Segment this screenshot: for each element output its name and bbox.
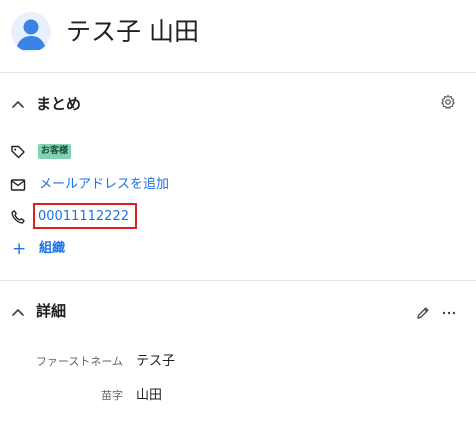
organization-row: + 組織 <box>0 237 476 261</box>
pencil-icon <box>417 307 429 319</box>
contact-name: テス子 山田 <box>66 17 199 46</box>
last-name-value[interactable]: 山田 <box>136 386 162 406</box>
tag-badge[interactable]: お客様 <box>38 144 72 159</box>
contact-header: テス子 山田 <box>0 0 476 73</box>
add-email-link[interactable]: メールアドレスを追加 <box>39 175 169 195</box>
summary-section-header: まとめ <box>0 73 476 133</box>
avatar <box>11 12 51 52</box>
summary-section: まとめ お客様 メールアドレスを追加 00011112222 + 組織 <box>0 73 476 281</box>
more-button[interactable] <box>438 302 460 324</box>
add-organization-link[interactable]: 組織 <box>39 239 65 259</box>
tag-icon <box>10 144 26 160</box>
last-name-field: 苗字 山田 <box>0 385 476 407</box>
gear-icon <box>441 94 455 109</box>
first-name-value[interactable]: テス子 <box>136 352 175 372</box>
details-section: 詳細 ファーストネーム テス子 苗字 山田 <box>0 281 476 436</box>
edit-button[interactable] <box>412 302 434 324</box>
details-collapse-button[interactable] <box>8 302 28 322</box>
envelope-icon <box>10 177 26 193</box>
first-name-field: ファーストネーム テス子 <box>0 351 476 373</box>
details-section-title: 詳細 <box>36 302 67 320</box>
chevron-up-icon <box>12 101 24 108</box>
last-name-label: 苗字 <box>101 389 123 402</box>
settings-button[interactable] <box>437 91 459 113</box>
first-name-label: ファーストネーム <box>35 355 123 368</box>
phone-row: 00011112222 <box>0 203 476 229</box>
more-horizontal-icon <box>442 311 456 315</box>
summary-collapse-button[interactable] <box>8 94 28 114</box>
details-section-header: 詳細 <box>0 281 476 341</box>
phone-icon <box>10 209 26 225</box>
phone-number-link[interactable]: 00011112222 <box>38 207 129 227</box>
email-row: メールアドレスを追加 <box>0 173 476 197</box>
person-icon <box>16 19 46 50</box>
plus-icon[interactable]: + <box>12 239 26 259</box>
chevron-up-icon <box>12 309 24 316</box>
summary-section-title: まとめ <box>36 95 82 113</box>
tag-row: お客様 <box>0 140 476 164</box>
